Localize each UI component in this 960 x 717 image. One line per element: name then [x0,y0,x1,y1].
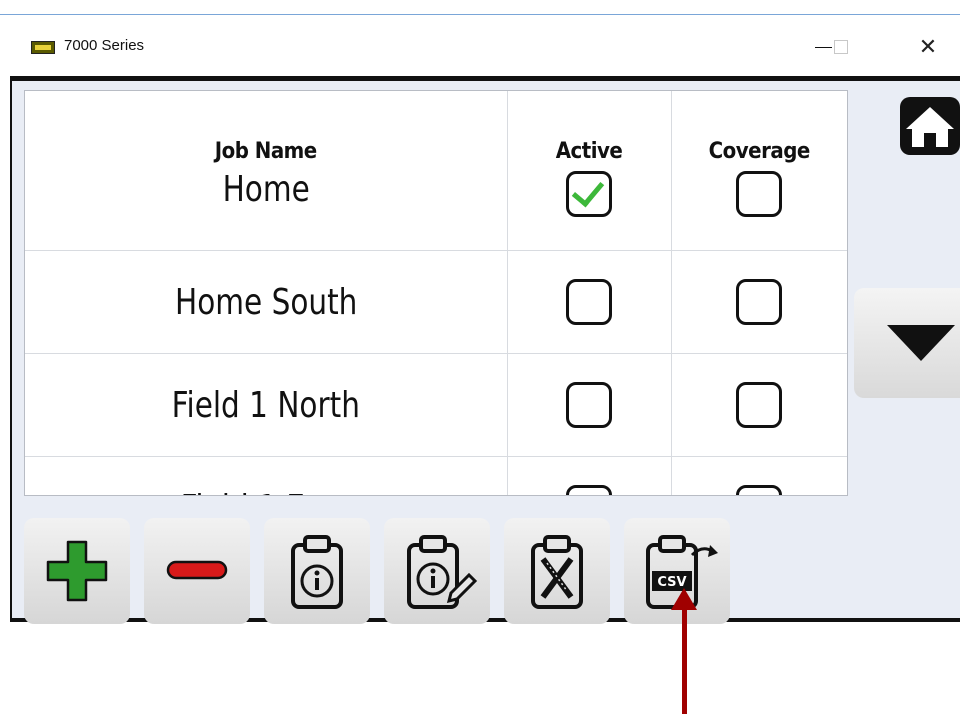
coverage-checkbox[interactable] [736,171,783,217]
home-icon [900,97,960,155]
job-info-icon [291,535,343,609]
active-checkbox[interactable] [566,485,612,495]
add-job-button[interactable] [24,518,130,624]
scroll-down-button[interactable] [854,288,960,398]
active-checkbox[interactable] [566,279,612,325]
table-row[interactable]: Home South [25,250,847,354]
active-cell [506,456,672,495]
delete-job-icon [531,535,583,609]
coverage-checkbox[interactable] [736,382,783,428]
job-info-button[interactable] [264,518,370,624]
job-name-cell: Home [25,168,507,251]
active-checkbox[interactable] [566,382,612,428]
job-name: Home [222,169,310,210]
job-name: Home South [174,281,357,323]
down-arrow-icon [887,325,955,361]
coverage-cell [671,250,847,354]
table-row[interactable]: Home [25,168,847,251]
remove-job-button[interactable] [144,518,250,624]
job-name: Field 1 East [181,488,350,496]
active-cell [506,250,672,354]
job-toolbar: CSV [24,518,730,624]
table-row[interactable]: Field 1 North [25,353,847,457]
column-header-job-name: Job Name [214,139,317,164]
table-row[interactable]: Field 1 East [25,456,847,496]
client-area: Job Name Active Coverage Home Home South [10,76,960,624]
coverage-cell [671,168,847,251]
app-window: 7000 Series ✕ Job Name Active Coverage H… [0,14,960,624]
coverage-checkbox[interactable] [736,279,783,325]
coverage-cell [671,353,847,457]
coverage-checkbox[interactable] [736,485,783,495]
job-name: Field 1 North [171,384,360,426]
delete-job-button[interactable] [504,518,610,624]
job-name-cell: Field 1 North [25,353,507,457]
close-button[interactable]: ✕ [905,27,951,67]
app-logo-icon [31,41,55,54]
window-title: 7000 Series [64,37,145,54]
edit-job-info-button[interactable] [384,518,490,624]
column-header-coverage: Coverage [708,139,811,164]
annotation-arrow [682,598,687,714]
home-button[interactable] [900,97,960,155]
active-cell [506,353,672,457]
maximize-icon [834,40,848,54]
close-icon: ✕ [918,34,938,60]
active-cell [506,168,672,251]
job-name-cell: Home South [25,250,507,354]
job-name-cell: Field 1 East [25,456,507,496]
title-bar: 7000 Series ✕ [0,15,960,76]
jobs-table: Job Name Active Coverage Home Home South [25,91,847,496]
add-icon [46,540,108,602]
column-header-active: Active [506,91,672,168]
maximize-button[interactable] [818,27,864,67]
table-header-row: Job Name Active Coverage [25,91,847,168]
remove-icon [166,560,228,580]
active-checkbox[interactable] [566,171,612,217]
coverage-cell [671,456,847,495]
jobs-table-panel[interactable]: Job Name Active Coverage Home Home South [24,90,848,496]
edit-job-info-icon [407,535,478,609]
